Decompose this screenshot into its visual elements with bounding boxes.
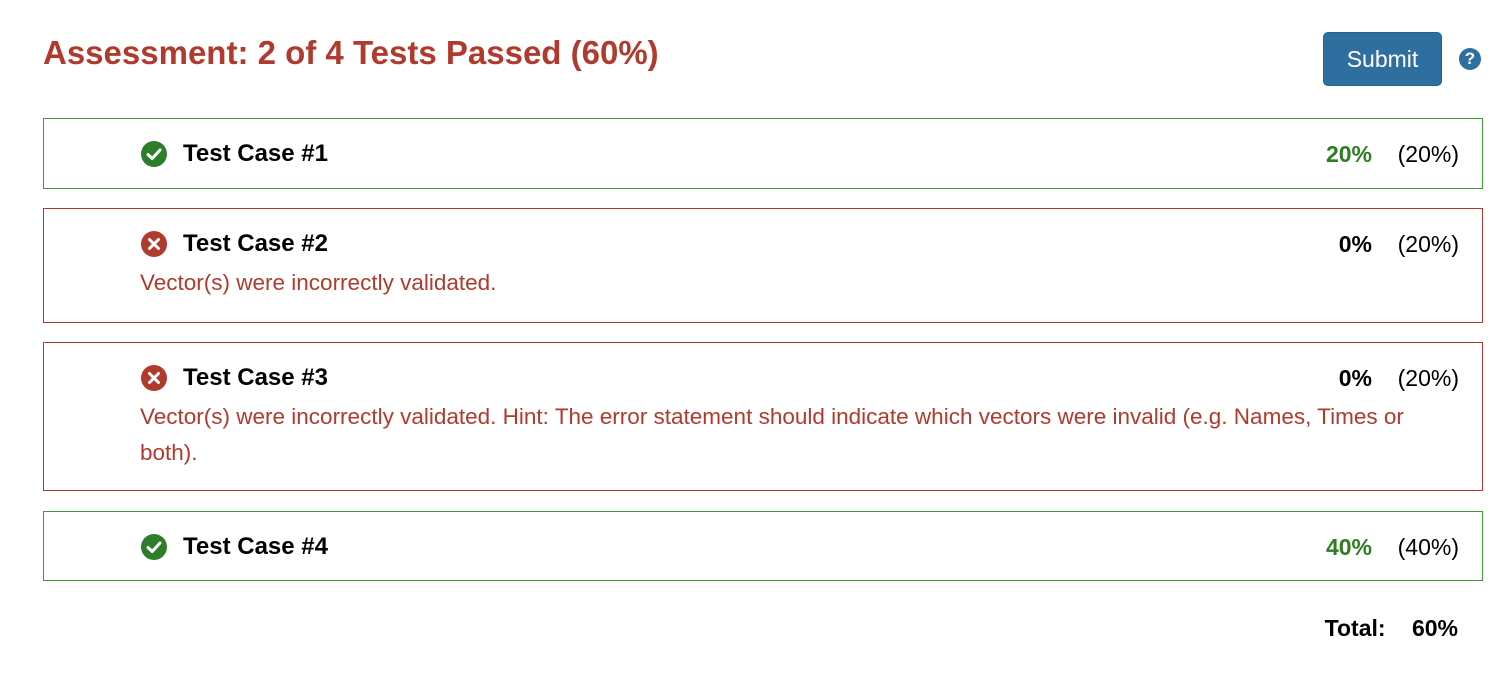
test-case-weight: (40%) [1397,534,1459,560]
test-case-header: Test Case #3 0% (20%) [44,363,1482,393]
test-case-header: Test Case #1 20% (20%) [44,139,1482,169]
test-case-card-3: Test Case #3 0% (20%) Vector(s) were inc… [43,342,1483,491]
total-value: 60% [1411,615,1458,641]
test-case-card-4: Test Case #4 40% (40%) [43,511,1483,581]
test-case-name: Test Case #1 [183,140,328,167]
test-case-score: 20% [1325,141,1372,167]
total-summary: Total: 60% [1325,613,1458,643]
test-case-header: Test Case #2 0% (20%) [44,229,1482,259]
test-case-name: Test Case #4 [183,533,328,560]
help-icon[interactable]: ? [1459,48,1481,70]
test-case-weight: (20%) [1397,231,1459,257]
test-case-message: Vector(s) were incorrectly validated. Hi… [140,404,1404,465]
total-label: Total: [1324,615,1386,641]
test-case-message: Vector(s) were incorrectly validated. [140,270,497,295]
x-circle-icon [141,365,167,391]
test-case-card-1: Test Case #1 20% (20%) [43,118,1483,189]
test-case-weight: (20%) [1397,365,1459,391]
test-case-card-2: Test Case #2 0% (20%) Vector(s) were inc… [43,208,1483,323]
test-case-name: Test Case #3 [183,364,328,391]
check-circle-icon [141,141,167,167]
test-case-name: Test Case #2 [183,230,328,257]
test-case-weight: (20%) [1397,141,1459,167]
check-circle-icon [141,534,167,560]
test-case-score: 0% [1338,231,1372,257]
test-case-score: 0% [1338,365,1372,391]
test-case-score: 40% [1325,534,1372,560]
page-title: Assessment: 2 of 4 Tests Passed (60%) [43,34,659,71]
test-case-header: Test Case #4 40% (40%) [44,532,1482,562]
x-circle-icon [141,231,167,257]
submit-button[interactable]: Submit [1323,32,1442,86]
